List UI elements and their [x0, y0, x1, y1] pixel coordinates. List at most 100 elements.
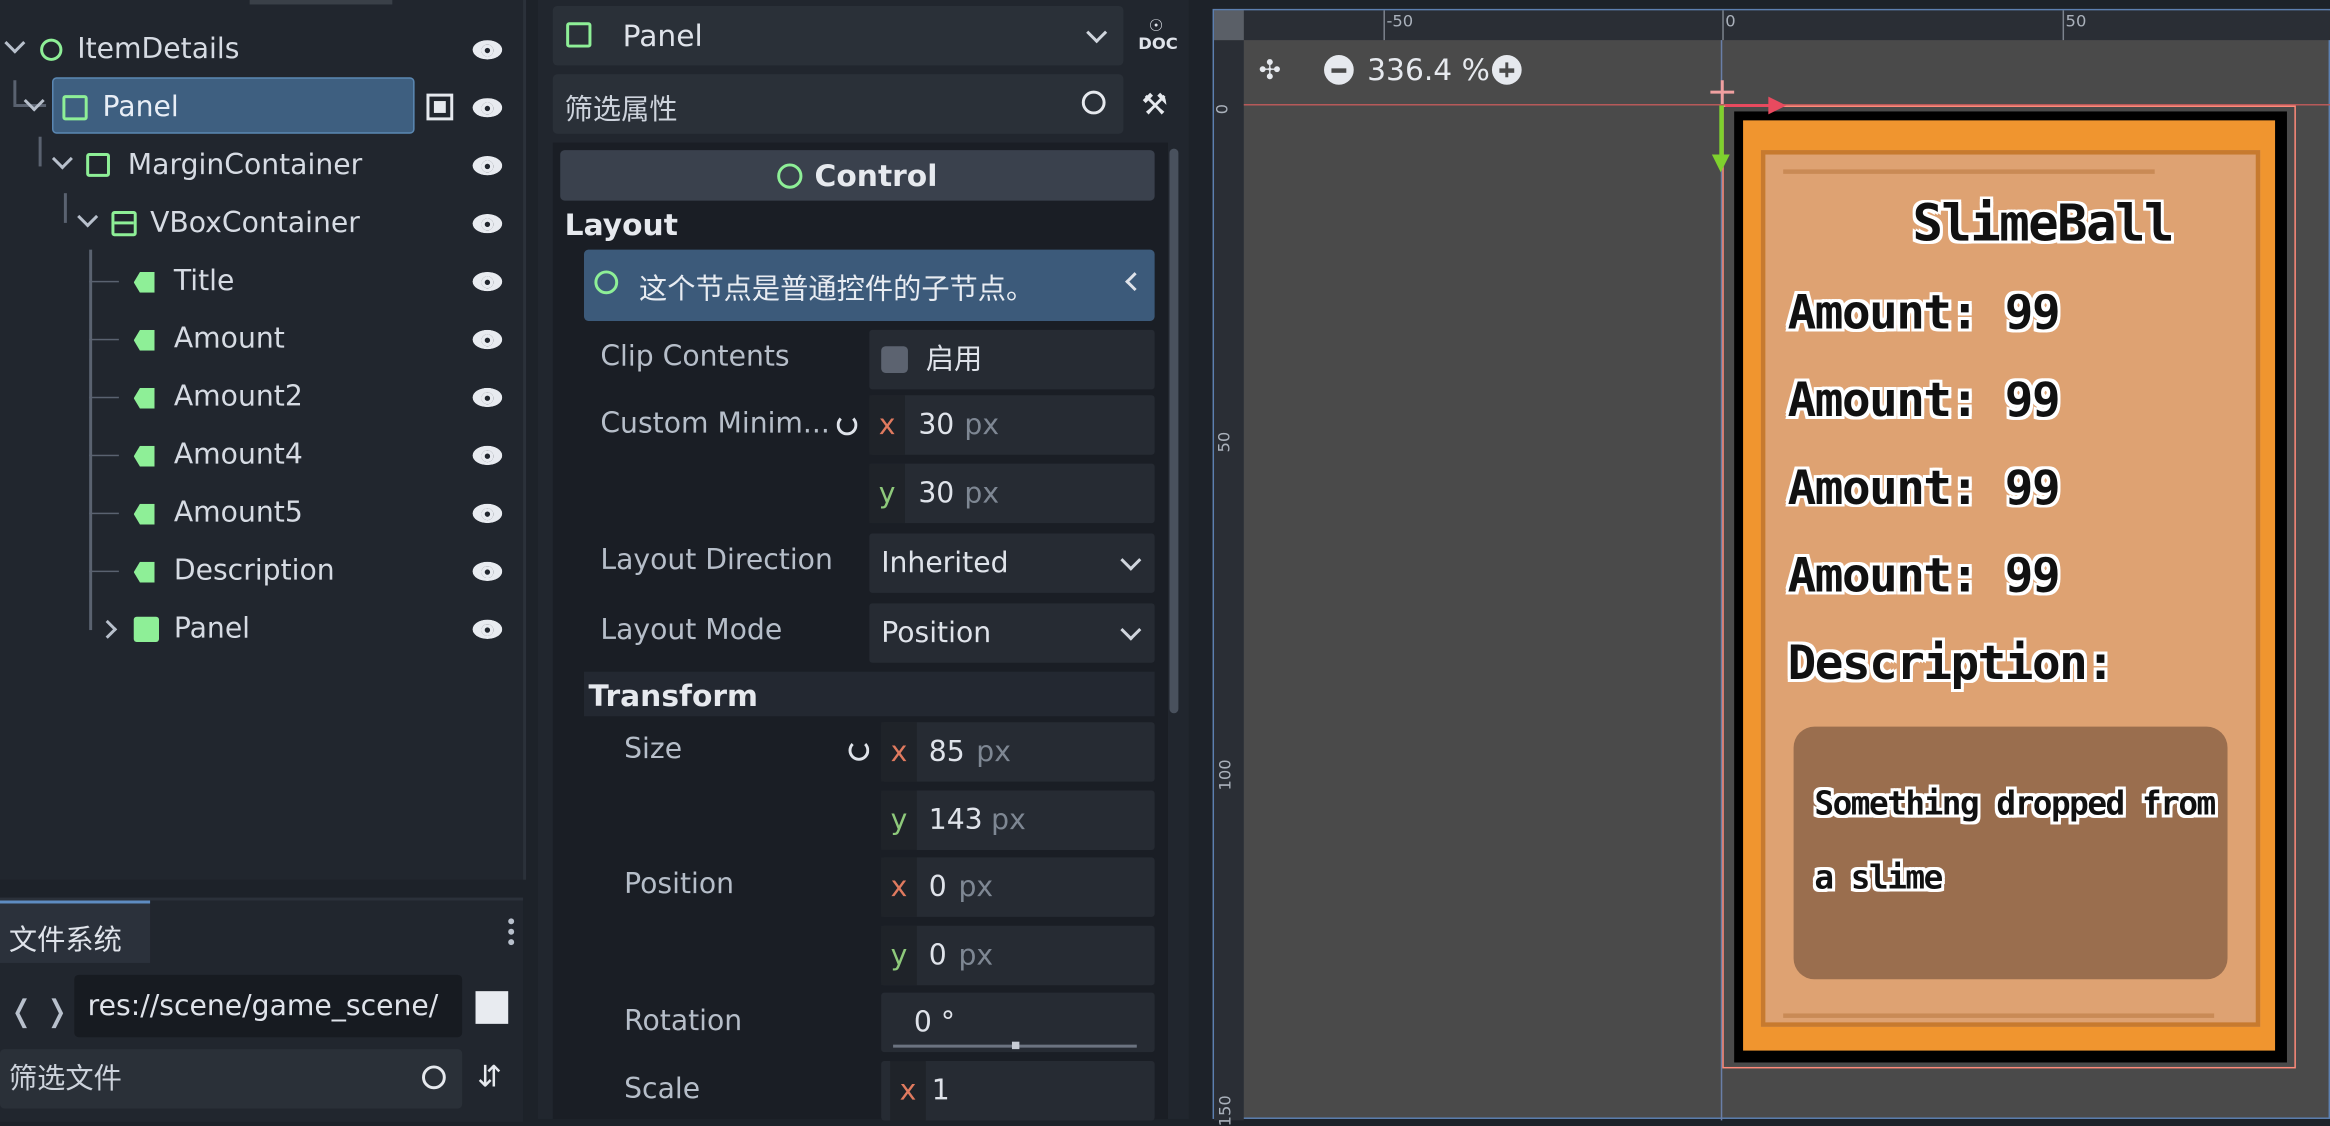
panel-tab-indicator — [249, 0, 393, 5]
more-options-icon[interactable] — [508, 918, 515, 925]
custom-min-y-field[interactable]: y 30 px — [869, 463, 1155, 524]
chevron-down-icon — [1120, 619, 1142, 641]
chevron-down-icon[interactable] — [51, 148, 73, 170]
visibility-eye-icon[interactable] — [473, 388, 503, 407]
tree-item-amount4[interactable]: Amount4 — [0, 428, 523, 481]
collapse-chevron-icon[interactable] — [1125, 272, 1145, 292]
forward-arrow-icon[interactable]: ❭ — [45, 993, 70, 1029]
gizmo-x-axis[interactable] — [1725, 104, 1770, 107]
tree-item-panel-child[interactable]: Panel — [0, 602, 523, 655]
axis-x-label: x — [881, 857, 917, 917]
tree-item-label: VBoxContainer — [150, 206, 360, 240]
tree-item-description[interactable]: Description — [0, 544, 523, 597]
ruler-horizontal[interactable]: -50 0 50 — [1243, 10, 2330, 41]
custom-min-x-field[interactable]: x 30 px — [869, 395, 1155, 455]
layout-direction-dropdown[interactable]: Inherited — [869, 533, 1155, 593]
property-filter-input[interactable]: 筛选属性 — [552, 74, 1124, 134]
tree-item-margincontainer[interactable]: MarginContainer — [0, 138, 523, 191]
prop-layout-mode-label: Layout Mode — [600, 613, 783, 647]
reset-icon[interactable] — [848, 740, 870, 761]
visibility-eye-icon[interactable] — [473, 98, 503, 117]
ruler-tick — [2062, 10, 2065, 41]
doc-search-icon[interactable]: ☉ DOC — [1138, 17, 1177, 54]
toggle-split-icon[interactable] — [475, 991, 509, 1024]
gizmo-x-arrow-icon[interactable] — [1768, 96, 1787, 115]
reset-icon[interactable] — [836, 414, 858, 436]
checkbox-label: 启用 — [925, 343, 983, 376]
visibility-eye-icon[interactable] — [473, 330, 503, 349]
inspector-scrollbar[interactable] — [1169, 148, 1179, 714]
ruler-tick — [1383, 10, 1385, 41]
chevron-down-icon[interactable] — [1086, 22, 1108, 44]
tree-item-label: Amount4 — [173, 438, 303, 472]
info-message-text: 这个节点是普通控件的子节点。 — [638, 273, 1035, 307]
tree-item-label: Amount5 — [173, 496, 303, 530]
unique-name-icon[interactable] — [426, 93, 454, 121]
tree-item-amount5[interactable]: Amount5 — [0, 486, 523, 539]
info-message-bar[interactable]: 这个节点是普通控件的子节点。 — [583, 249, 1155, 321]
class-header-control[interactable]: Control — [560, 150, 1155, 201]
size-x-field[interactable]: x 85 px — [881, 722, 1155, 782]
visibility-eye-icon[interactable] — [473, 562, 503, 581]
label-node-icon — [133, 387, 155, 409]
size-y-field[interactable]: y 143 px — [881, 790, 1155, 850]
sort-icon[interactable]: ⇵ — [477, 1058, 502, 1094]
position-y-field[interactable]: y 0 px — [881, 925, 1155, 986]
tree-item-amount2[interactable]: Amount2 — [0, 370, 523, 423]
checkbox-box[interactable] — [881, 346, 908, 373]
tree-item-label: ItemDetails — [77, 32, 240, 66]
chevron-down-icon[interactable] — [4, 32, 26, 54]
canvas-viewport[interactable]: -50 0 50 0 50 100 150 ✣ 336.4 % SlimeBal… — [1212, 8, 2330, 1126]
visibility-eye-icon[interactable] — [473, 620, 503, 639]
path-input[interactable]: res://scene/game_scene/ — [74, 974, 463, 1038]
inspector-node-selector[interactable]: Panel — [552, 5, 1124, 66]
tree-item-itemdetails[interactable]: ItemDetails — [0, 22, 523, 75]
prop-size-label: Size — [624, 732, 683, 766]
visibility-eye-icon[interactable] — [473, 446, 503, 465]
tree-item-vboxcontainer[interactable]: VBoxContainer — [0, 196, 523, 249]
control-node-icon — [777, 163, 803, 189]
clip-contents-checkbox[interactable]: 启用 — [869, 329, 1155, 390]
back-arrow-icon[interactable]: ❬ — [9, 993, 34, 1029]
search-icon — [1081, 90, 1106, 115]
center-view-icon[interactable]: ✣ — [1259, 55, 1281, 86]
axis-x-label: x — [869, 395, 905, 455]
vbox-container-icon — [111, 211, 137, 237]
visibility-eye-icon[interactable] — [473, 272, 503, 291]
selection-rectangle[interactable] — [1722, 105, 2296, 1069]
tab-filesystem[interactable]: 文件系统 — [0, 900, 151, 963]
class-header-label: Control — [814, 157, 938, 194]
section-transform[interactable]: Transform — [588, 678, 758, 714]
chevron-right-icon[interactable] — [98, 619, 118, 639]
search-icon — [422, 1065, 446, 1090]
zoom-in-button[interactable] — [1491, 54, 1522, 85]
visibility-eye-icon[interactable] — [473, 40, 503, 59]
section-layout[interactable]: Layout — [565, 207, 678, 243]
zoom-out-button[interactable] — [1324, 54, 1354, 85]
ruler-vertical[interactable]: 0 50 100 150 — [1213, 40, 1244, 1126]
rotation-slider-grabber[interactable] — [1011, 1041, 1020, 1050]
scale-x-field[interactable]: x 1 — [881, 1061, 1155, 1121]
visibility-eye-icon[interactable] — [473, 156, 503, 175]
layout-mode-dropdown[interactable]: Position — [869, 603, 1155, 663]
position-x-field[interactable]: x 0 px — [881, 857, 1155, 917]
ruler-label: -50 — [1386, 11, 1414, 32]
inspector-node-name: Panel — [622, 17, 703, 54]
file-filter-input[interactable]: 筛选文件 — [0, 1049, 463, 1109]
pivot-cross-v[interactable] — [1720, 80, 1724, 105]
chevron-down-icon[interactable] — [23, 90, 45, 112]
inspector-panel: Panel ☉ DOC 筛选属性 ⚒ Control Layout 这个节点是普通… — [537, 0, 1189, 1121]
tree-item-title[interactable]: Title — [0, 254, 523, 307]
visibility-eye-icon[interactable] — [473, 504, 503, 523]
label-node-icon — [133, 503, 155, 525]
visibility-eye-icon[interactable] — [473, 214, 503, 233]
tree-item-panel[interactable]: Panel — [0, 80, 523, 133]
zoom-level-label[interactable]: 336.4 % — [1367, 52, 1490, 88]
gizmo-y-arrow-icon[interactable] — [1711, 154, 1730, 173]
chevron-down-icon[interactable] — [77, 206, 99, 228]
tree-item-amount[interactable]: Amount — [0, 312, 523, 365]
prop-layout-direction-label: Layout Direction — [600, 543, 833, 577]
rotation-slider-field[interactable]: 0 ° — [881, 992, 1155, 1053]
dropdown-value: Position — [881, 616, 992, 650]
tools-icon[interactable]: ⚒ — [1141, 86, 1168, 122]
